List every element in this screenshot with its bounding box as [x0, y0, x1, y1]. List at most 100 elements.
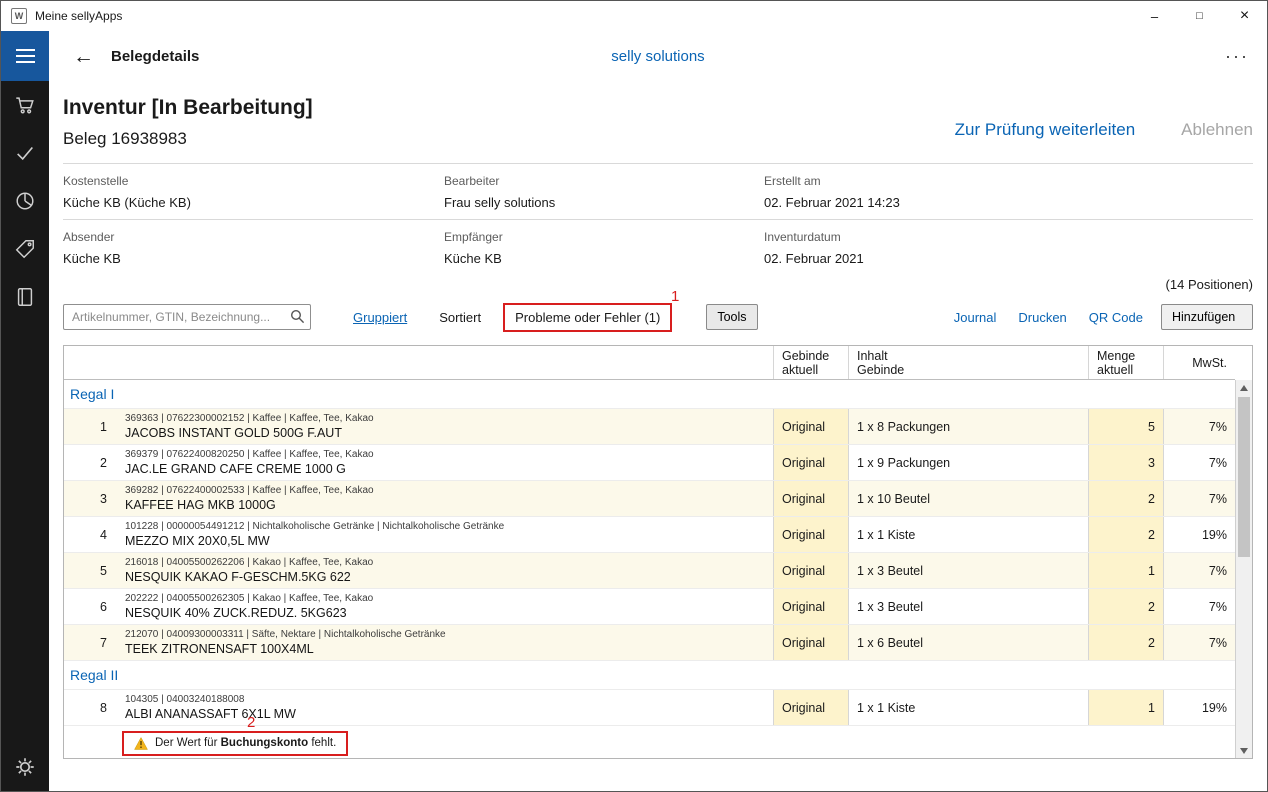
inhalt-cell[interactable]: 1 x 6 Beutel	[848, 625, 1088, 660]
problems-filter-button[interactable]: Probleme oder Fehler (1)	[503, 303, 672, 332]
field-label: Bearbeiter	[444, 174, 764, 188]
row-number: 1	[64, 409, 117, 444]
gebinde-cell[interactable]: Original	[773, 690, 848, 725]
tools-button[interactable]: Tools	[706, 304, 757, 330]
search-icon[interactable]	[290, 309, 305, 324]
field-value: Küche KB	[63, 251, 444, 266]
gebinde-cell[interactable]: Original	[773, 589, 848, 624]
gebinde-cell[interactable]: Original	[773, 625, 848, 660]
inhalt-cell[interactable]: 1 x 3 Beutel	[848, 553, 1088, 588]
article-cell: 369282 | 07622400002533 | Kaffee | Kaffe…	[117, 481, 773, 516]
table-row[interactable]: 6202222 | 04005500262305 | Kakao | Kaffe…	[64, 589, 1235, 625]
vertical-scrollbar[interactable]	[1235, 380, 1252, 758]
field-label: Inventurdatum	[764, 230, 1253, 244]
group-header: Regal II	[64, 661, 1235, 690]
forward-for-review-button[interactable]: Zur Prüfung weiterleiten	[955, 120, 1135, 140]
field-value: Küche KB	[444, 251, 764, 266]
gebinde-cell[interactable]: Original	[773, 409, 848, 444]
mwst-cell: 7%	[1163, 481, 1235, 516]
book-icon[interactable]	[13, 285, 37, 309]
reject-button[interactable]: Ablehnen	[1181, 120, 1253, 140]
close-button[interactable]: ×	[1222, 1, 1267, 31]
article-name: KAFFEE HAG MKB 1000G	[125, 498, 276, 512]
row-number: 4	[64, 517, 117, 552]
pie-chart-icon[interactable]	[13, 189, 37, 213]
menge-cell[interactable]: 2	[1088, 589, 1163, 624]
document-title: Inventur [In Bearbeitung]	[63, 96, 313, 120]
warning-text: Der Wert für Buchungskonto fehlt.	[155, 737, 336, 749]
mwst-cell: 19%	[1163, 517, 1235, 552]
menge-cell[interactable]: 2	[1088, 517, 1163, 552]
print-link[interactable]: Drucken	[1018, 310, 1066, 325]
info-row-2: AbsenderKüche KB EmpfängerKüche KB Inven…	[63, 220, 1253, 275]
scroll-up-button[interactable]	[1236, 380, 1252, 395]
menge-cell[interactable]: 2	[1088, 625, 1163, 660]
titlebar: W Meine sellyApps – □ ×	[1, 1, 1267, 31]
scroll-down-button[interactable]	[1236, 743, 1252, 758]
article-meta: 369282 | 07622400002533 | Kaffee | Kaffe…	[125, 485, 374, 496]
article-cell: 216018 | 04005500262206 | Kakao | Kaffee…	[117, 553, 773, 588]
menge-cell[interactable]: 2	[1088, 481, 1163, 516]
more-options-button[interactable]: ···	[1225, 46, 1249, 67]
inhalt-cell[interactable]: 1 x 1 Kiste	[848, 517, 1088, 552]
table-row[interactable]: 4101228 | 00000054491212 | Nichtalkoholi…	[64, 517, 1235, 553]
article-meta: 369379 | 07622400820250 | Kaffee | Kaffe…	[125, 449, 374, 460]
inhalt-cell[interactable]: 1 x 3 Beutel	[848, 589, 1088, 624]
app-icon: W	[11, 8, 27, 24]
search-input[interactable]	[63, 304, 311, 330]
add-label: Hinzufügen	[1172, 310, 1235, 324]
page-title: Belegdetails	[111, 48, 199, 65]
article-meta: 369363 | 07622300002152 | Kaffee | Kaffe…	[125, 413, 374, 424]
warning-row: Der Wert für Buchungskonto fehlt.2	[64, 726, 1235, 760]
cart-icon[interactable]	[13, 93, 37, 117]
table-row[interactable]: 5216018 | 04005500262206 | Kakao | Kaffe…	[64, 553, 1235, 589]
gebinde-cell[interactable]: Original	[773, 481, 848, 516]
row-number: 3	[64, 481, 117, 516]
back-button[interactable]: ←	[73, 46, 94, 67]
maximize-button[interactable]: □	[1177, 1, 1222, 31]
article-cell: 104305 | 04003240188008ALBI ANANASSAFT 6…	[117, 690, 773, 725]
app-name: selly solutions	[49, 48, 1267, 65]
table-body: Regal I1369363 | 07622300002152 | Kaffee…	[64, 380, 1235, 760]
row-number: 6	[64, 589, 117, 624]
scrollbar-thumb[interactable]	[1238, 397, 1250, 557]
warning-icon	[134, 737, 148, 750]
inhalt-cell[interactable]: 1 x 1 Kiste	[848, 690, 1088, 725]
check-icon[interactable]	[13, 141, 37, 165]
field-value: 02. Februar 2021	[764, 251, 1253, 266]
header-number	[64, 346, 117, 379]
annotation-2: 2	[247, 714, 255, 731]
qr-code-link[interactable]: QR Code	[1089, 310, 1143, 325]
journal-link[interactable]: Journal	[954, 310, 997, 325]
gebinde-cell[interactable]: Original	[773, 553, 848, 588]
table-row[interactable]: 1 369363 | 07622300002152 | Kaffee | Kaff…	[64, 409, 1235, 445]
add-dropdown-button[interactable]: Hinzufügen	[1161, 304, 1253, 330]
article-cell: 369363 | 07622300002152 | Kaffee | Kaffe…	[117, 409, 773, 444]
tag-icon[interactable]	[13, 237, 37, 261]
sorted-toggle[interactable]: Sortiert	[439, 310, 481, 325]
field-label: Absender	[63, 230, 444, 244]
menge-cell[interactable]: 1	[1088, 553, 1163, 588]
table-row[interactable]: 8104305 | 04003240188008ALBI ANANASSAFT …	[64, 690, 1235, 726]
window-controls: – □ ×	[1132, 1, 1267, 31]
gebinde-cell[interactable]: Original	[773, 445, 848, 480]
group-header: Regal I	[64, 380, 1235, 409]
gebinde-cell[interactable]: Original	[773, 517, 848, 552]
menge-cell[interactable]: 1	[1088, 690, 1163, 725]
menge-cell[interactable]: 5	[1088, 409, 1163, 444]
mwst-cell: 7%	[1163, 445, 1235, 480]
grouped-toggle[interactable]: Gruppiert	[353, 310, 407, 325]
table-row[interactable]: 7212070 | 04009300003311 | Säfte, Nektar…	[64, 625, 1235, 661]
settings-gear-icon[interactable]	[13, 755, 37, 779]
table-row[interactable]: 2369379 | 07622400820250 | Kaffee | Kaff…	[64, 445, 1235, 481]
scrollbar-track[interactable]	[1236, 395, 1252, 743]
table-row[interactable]: 3 369282 | 07622400002533 | Kaffee | Kaff…	[64, 481, 1235, 517]
inhalt-cell[interactable]: 1 x 10 Beutel	[848, 481, 1088, 516]
article-name: NESQUIK KAKAO F-GESCHM.5KG 622	[125, 570, 351, 584]
inhalt-cell[interactable]: 1 x 9 Packungen	[848, 445, 1088, 480]
hamburger-menu-button[interactable]	[1, 31, 49, 81]
inhalt-cell[interactable]: 1 x 8 Packungen	[848, 409, 1088, 444]
minimize-button[interactable]: –	[1132, 1, 1177, 31]
menge-cell[interactable]: 3	[1088, 445, 1163, 480]
search-box	[63, 304, 311, 330]
